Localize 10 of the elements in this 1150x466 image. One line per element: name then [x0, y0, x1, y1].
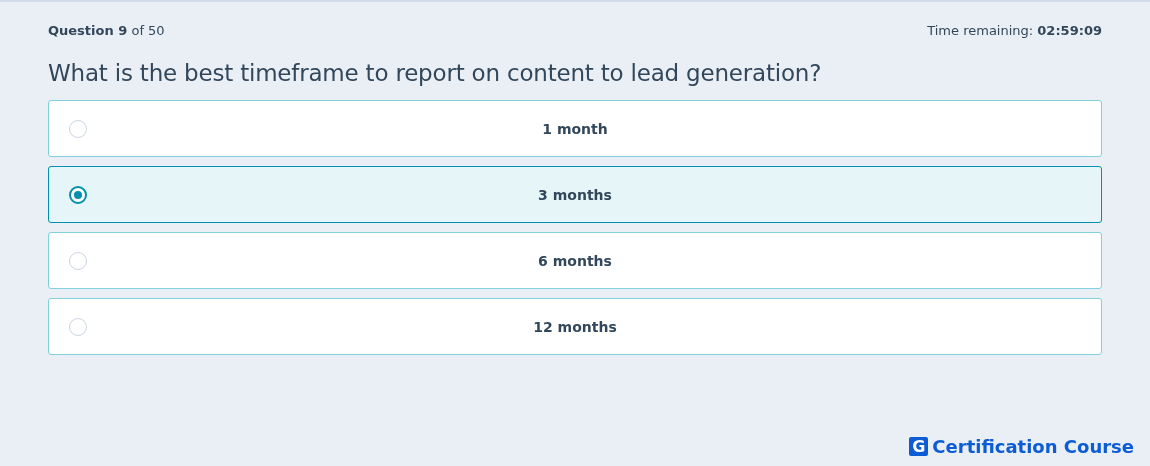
logo-text: Certification Course	[932, 436, 1134, 457]
time-remaining: Time remaining: 02:59:09	[927, 23, 1102, 38]
answer-option[interactable]: 1 month	[48, 100, 1102, 157]
answer-option[interactable]: 12 months	[48, 298, 1102, 355]
answer-option[interactable]: 6 months	[48, 232, 1102, 289]
logo-mark: G	[909, 437, 929, 456]
radio-button[interactable]	[69, 185, 87, 204]
answer-option[interactable]: 3 months	[48, 166, 1102, 223]
question-counter: Question 9 of 50	[48, 23, 165, 38]
question-text: What is the best timeframe to report on content to lead generation?	[48, 60, 823, 86]
